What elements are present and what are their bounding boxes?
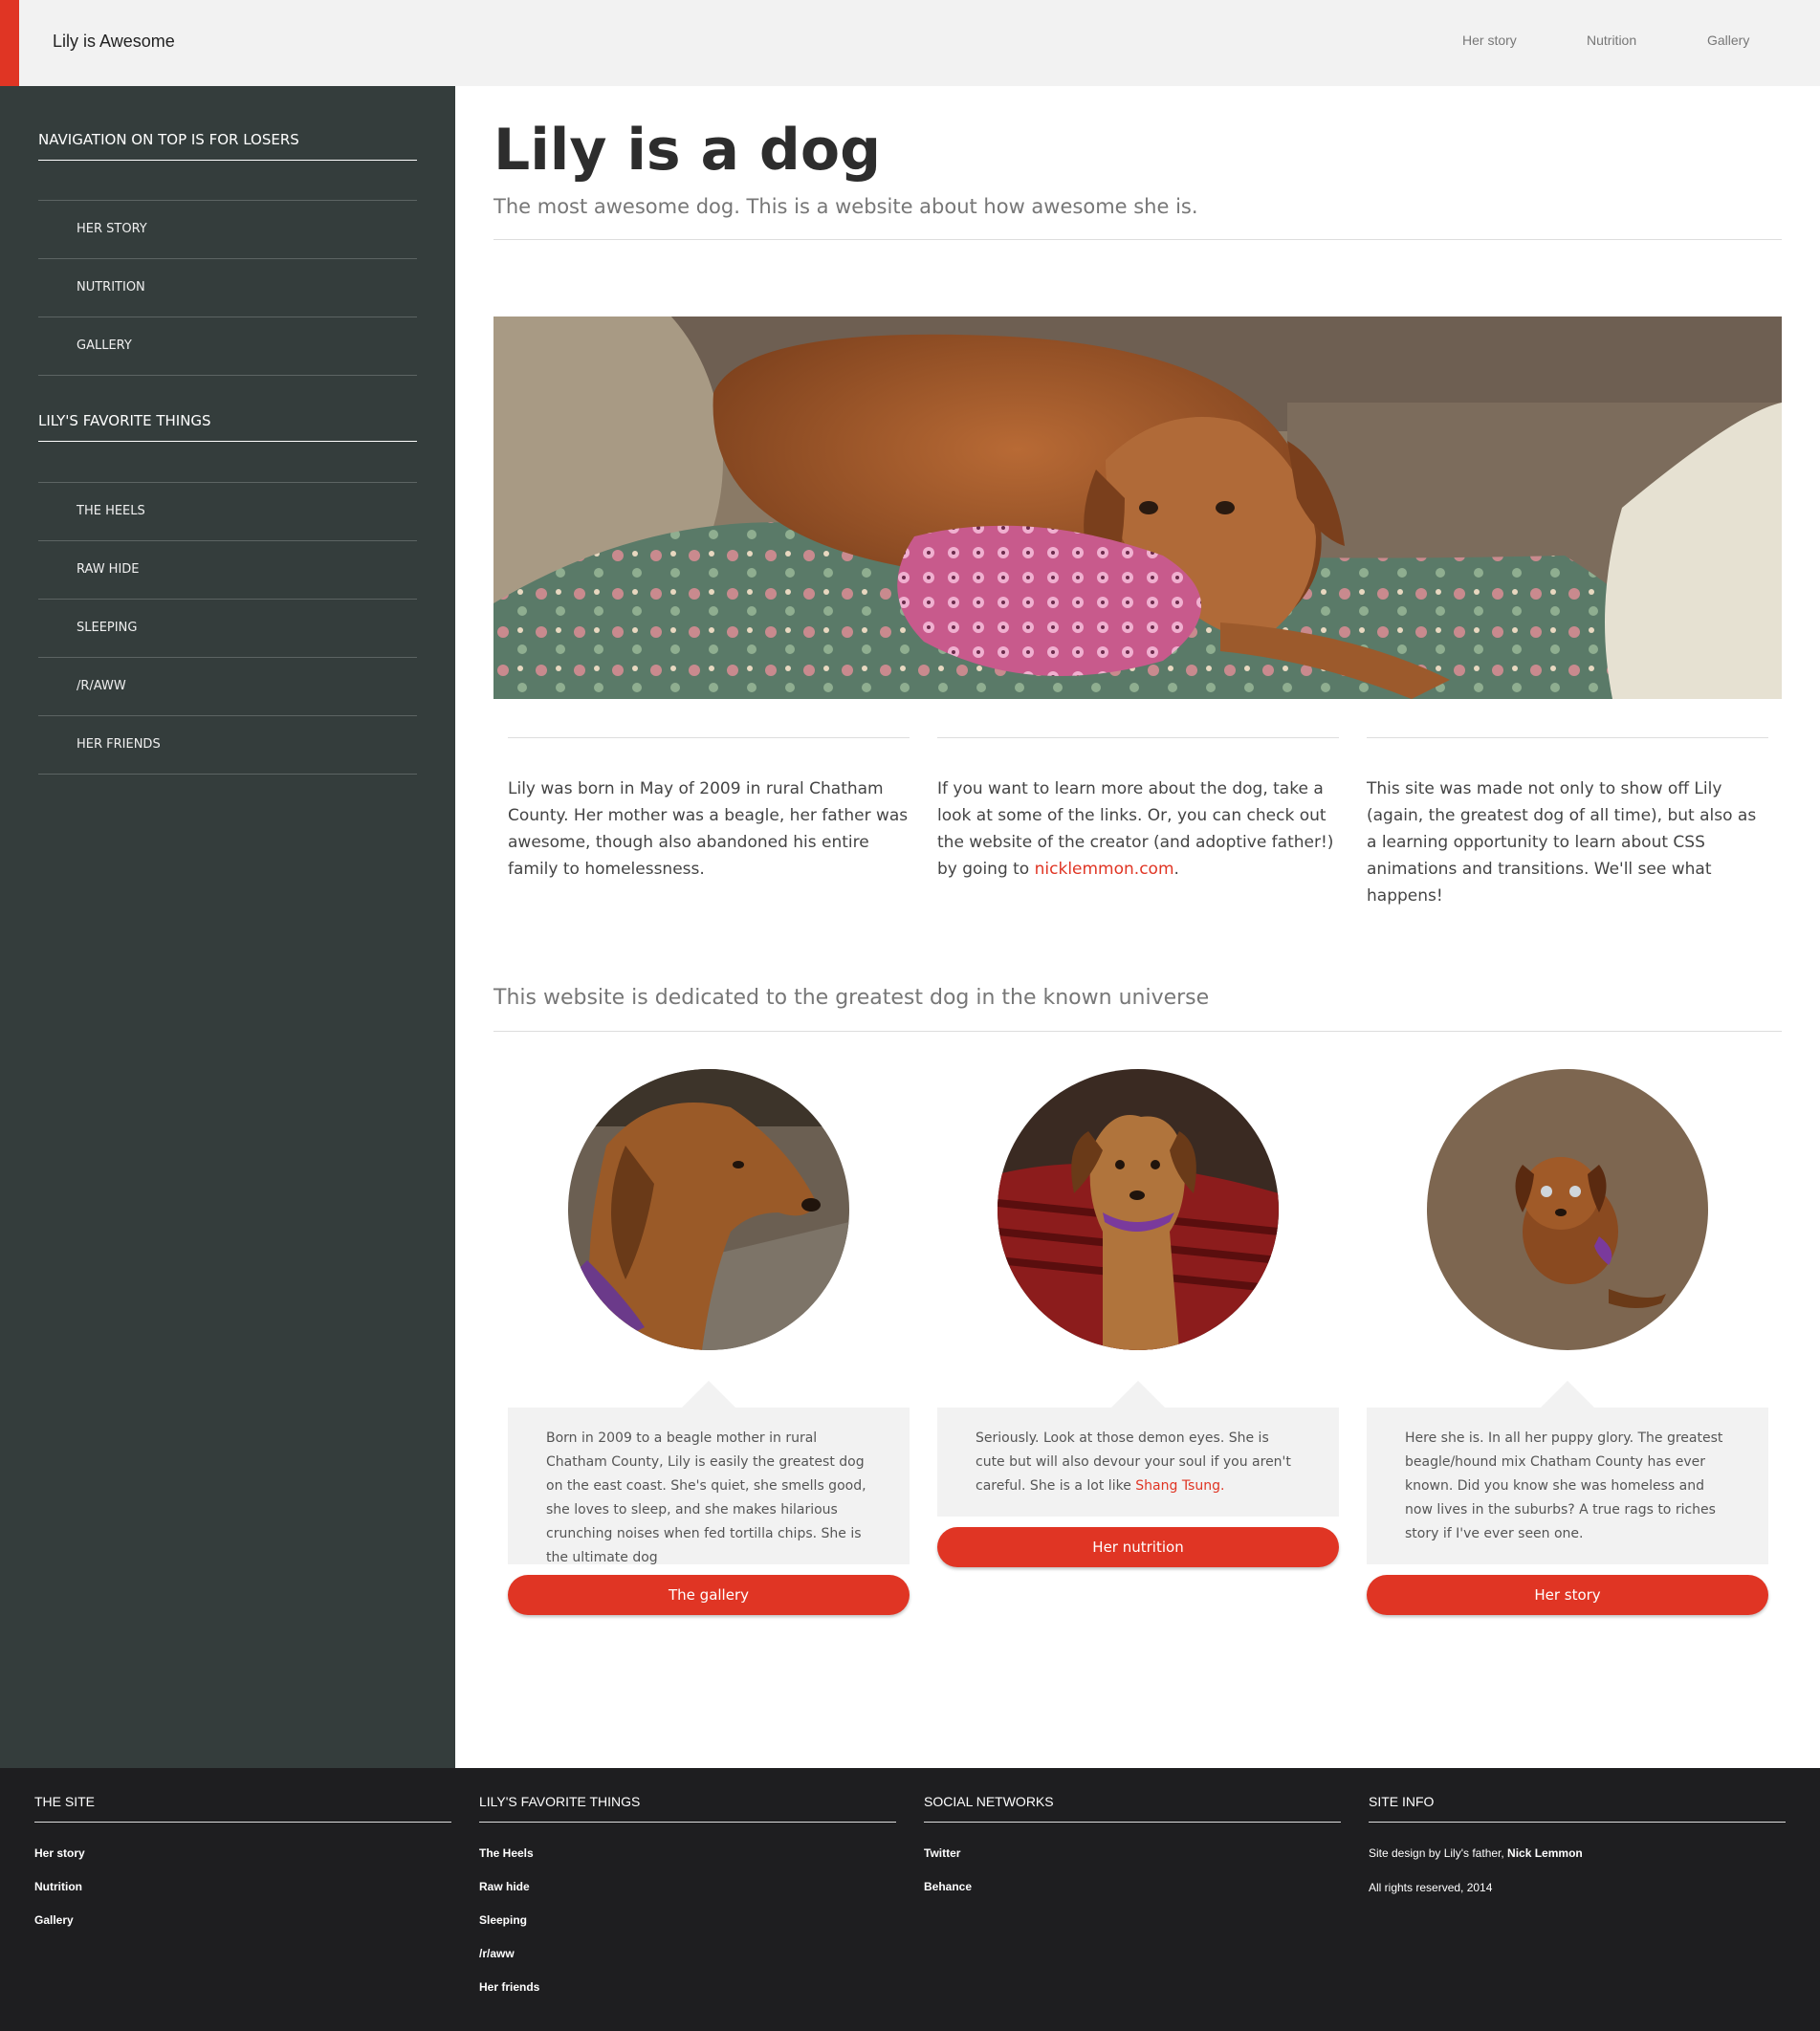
column-divider [1367, 737, 1768, 738]
nutrition-button[interactable]: Her nutrition [937, 1527, 1339, 1567]
sidebar-item-sleeping[interactable]: Sleeping [38, 600, 417, 658]
dog-photo-demon-eyes [998, 1069, 1279, 1350]
info-card-story: Here she is. In all her puppy glory. The… [1367, 1408, 1768, 1564]
topnav-her-story[interactable]: Her story [1462, 33, 1517, 48]
sidebar-item-label: /r/aww [77, 679, 126, 693]
rights-notice: All rights reserved, 2014 [1369, 1881, 1493, 1894]
footer-link-the-heels[interactable]: The Heels [479, 1846, 534, 1860]
footer-link-her-friends[interactable]: Her friends [479, 1980, 539, 1994]
card-text: Here she is. In all her puppy glory. The… [1405, 1430, 1723, 1541]
footer-link-nutrition[interactable]: Nutrition [34, 1880, 82, 1893]
sidebar-heading-navigation: Navigation on top is for losers [38, 131, 417, 161]
designer-name[interactable]: Nick Lemmon [1507, 1846, 1583, 1860]
info-card-nutrition: Seriously. Look at those demon eyes. She… [937, 1408, 1339, 1517]
brand-title[interactable]: Lily is Awesome [53, 32, 175, 52]
topnav-nutrition[interactable]: Nutrition [1587, 33, 1636, 48]
sidebar-item-label: Gallery [77, 338, 132, 353]
site-design-credit: Site design by Lily's father, Nick Lemmo… [1369, 1846, 1583, 1860]
footer-link-twitter[interactable]: Twitter [924, 1846, 960, 1860]
hero-dog-photo [493, 317, 1782, 699]
footer-link-sleeping[interactable]: Sleeping [479, 1913, 527, 1927]
sidebar: Navigation on top is for losers Her stor… [0, 86, 455, 1768]
card-text: Born in 2009 to a beagle mother in rural… [546, 1430, 866, 1565]
footer-link-raw-hide[interactable]: Raw hide [479, 1880, 530, 1893]
sidebar-item-label: The Heels [77, 504, 145, 518]
header-accent-bar [0, 0, 19, 86]
sidebar-item-her-story[interactable]: Her story [38, 201, 417, 259]
story-button[interactable]: Her story [1367, 1575, 1768, 1615]
title-divider [493, 239, 1782, 240]
sidebar-item-label: Her story [77, 222, 147, 236]
topnav-gallery[interactable]: Gallery [1707, 33, 1749, 48]
sidebar-item-label: Raw hide [77, 562, 140, 577]
intro-column-links: If you want to learn more about the dog,… [937, 775, 1339, 883]
dedicated-divider [493, 1031, 1782, 1032]
column-divider [508, 737, 910, 738]
intro-text: This site was made not only to show off … [1367, 779, 1757, 906]
card-pointer [1541, 1381, 1594, 1408]
credit-prefix: Site design by Lily's father, [1369, 1846, 1508, 1860]
nicklemmon-link[interactable]: nicklemmon.com [1035, 860, 1174, 879]
intro-column-birth: Lily was born in May of 2009 in rural Ch… [508, 775, 910, 883]
column-divider [937, 737, 1339, 738]
footer-link-behance[interactable]: Behance [924, 1880, 972, 1893]
footer-heading-favorites: Lily's favorite things [479, 1794, 896, 1823]
shang-tsung-link[interactable]: Shang Tsung. [1135, 1478, 1224, 1494]
intro-text: Lily was born in May of 2009 in rural Ch… [508, 779, 909, 879]
footer-link-r-aww[interactable]: /r/aww [479, 1947, 515, 1960]
footer: The site Her story Nutrition Gallery Lil… [0, 1768, 1820, 2031]
card-pointer [1111, 1381, 1165, 1408]
sidebar-item-raw-hide[interactable]: Raw hide [38, 541, 417, 600]
sidebar-item-nutrition[interactable]: Nutrition [38, 259, 417, 317]
top-header: Lily is Awesome Her story Nutrition Gall… [0, 0, 1820, 86]
dedicated-heading: This website is dedicated to the greates… [493, 986, 1210, 1010]
footer-heading-info: Site info [1369, 1794, 1786, 1823]
sidebar-item-her-friends[interactable]: Her friends [38, 716, 417, 775]
sidebar-heading-favorites: Lily's favorite things [38, 412, 417, 442]
intro-column-about-site: This site was made not only to show off … [1367, 775, 1768, 909]
footer-heading-site: The site [34, 1794, 451, 1823]
dog-photo-puppy [1427, 1069, 1708, 1350]
gallery-button[interactable]: The gallery [508, 1575, 910, 1615]
sidebar-item-r-aww[interactable]: /r/aww [38, 658, 417, 716]
sidebar-item-the-heels[interactable]: The Heels [38, 483, 417, 541]
info-card-gallery: Born in 2009 to a beagle mother in rural… [508, 1408, 910, 1565]
sidebar-item-label: Nutrition [77, 280, 145, 295]
page-subtitle: The most awesome dog. This is a website … [493, 195, 1198, 218]
intro-text-after: . [1173, 860, 1179, 879]
sidebar-item-label: Her friends [77, 737, 161, 752]
sidebar-item-gallery[interactable]: Gallery [38, 317, 417, 376]
dog-photo-profile [568, 1069, 849, 1350]
card-pointer [682, 1381, 735, 1408]
footer-heading-social: Social networks [924, 1794, 1341, 1823]
sidebar-item-label: Sleeping [77, 621, 138, 635]
page-title: Lily is a dog [493, 117, 882, 184]
card-text: Seriously. Look at those demon eyes. She… [976, 1430, 1291, 1494]
footer-link-gallery[interactable]: Gallery [34, 1913, 74, 1927]
footer-link-her-story[interactable]: Her story [34, 1846, 85, 1860]
